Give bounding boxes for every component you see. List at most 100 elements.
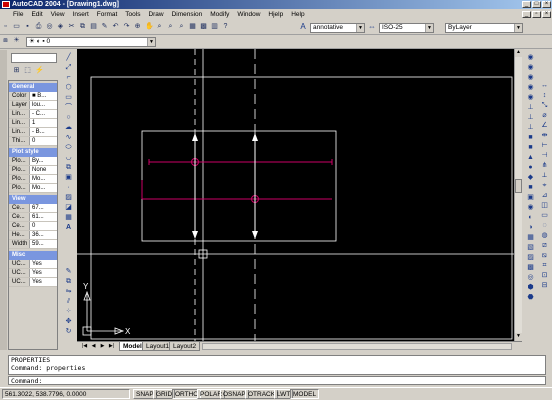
menu-insert[interactable]: Insert xyxy=(70,9,92,21)
layer-state-icon[interactable]: ☀ xyxy=(12,36,21,45)
move-icon[interactable]: ✥ xyxy=(64,317,73,326)
revision-cloud-icon[interactable]: ☁ xyxy=(64,123,73,132)
property-row[interactable]: Plo... Mo... xyxy=(9,184,57,193)
property-row[interactable]: Ce... 0 xyxy=(9,222,57,231)
property-value[interactable]: - C... xyxy=(29,110,57,118)
solids-icon[interactable]: ■ xyxy=(526,183,535,192)
make-block-icon[interactable]: ▣ xyxy=(64,173,73,182)
property-row[interactable]: Layer lou... xyxy=(9,101,57,110)
solids-icon[interactable]: ◆ xyxy=(526,173,535,182)
solids-icon[interactable]: ◐ xyxy=(526,213,535,222)
minimize-button[interactable]: _ xyxy=(522,1,531,8)
next-tab-icon[interactable]: ▶ xyxy=(99,343,106,350)
solids-icon[interactable]: ⬣ xyxy=(526,293,535,302)
tab-layout2[interactable]: Layout2 xyxy=(169,342,201,351)
circle-icon[interactable]: ○ xyxy=(64,113,73,122)
property-row[interactable]: Ce... 61... xyxy=(9,213,57,222)
point-icon[interactable]: · xyxy=(64,183,73,192)
save-icon[interactable]: ▪ xyxy=(23,22,32,31)
select-objects-icon[interactable]: ⬚ xyxy=(23,66,32,75)
dim-icon[interactable]: ⧄ xyxy=(540,241,549,250)
solids-icon[interactable]: ◑ xyxy=(526,223,535,232)
rotate-icon[interactable]: ↻ xyxy=(64,327,73,336)
property-value[interactable]: Yes xyxy=(29,260,57,268)
layer-manager-icon[interactable]: ⧈ xyxy=(1,36,10,45)
erase-icon[interactable]: ✎ xyxy=(64,267,73,276)
dim-icon[interactable]: ◌ xyxy=(540,221,549,230)
construction-line-icon[interactable]: ⤢ xyxy=(64,63,73,72)
solids-icon[interactable]: ▣ xyxy=(526,193,535,202)
dim-icon[interactable]: ⊟ xyxy=(540,281,549,290)
redo-icon[interactable]: ↷ xyxy=(122,22,131,31)
property-value[interactable]: Mo... xyxy=(29,184,57,192)
property-row[interactable]: He... 36... xyxy=(9,231,57,240)
menu-hjelp[interactable]: Hjelp xyxy=(265,9,286,21)
solids-icon[interactable]: ▧ xyxy=(526,243,535,252)
property-value[interactable]: lou... xyxy=(29,101,57,109)
region-icon[interactable]: ◪ xyxy=(64,203,73,212)
property-value[interactable]: 61... xyxy=(29,213,57,221)
vertical-scrollbar[interactable]: ▲ ▼ xyxy=(514,49,522,341)
dim-icon[interactable]: ⊢ xyxy=(540,141,549,150)
property-row[interactable]: UC... Yes xyxy=(9,269,57,278)
dim-icon[interactable]: ▭ xyxy=(540,211,549,220)
solids-icon[interactable]: ▲ xyxy=(526,153,535,162)
view-icon[interactable]: ◉ xyxy=(526,93,535,102)
scroll-thumb[interactable] xyxy=(515,179,522,193)
properties-section-header[interactable]: Misc xyxy=(9,251,57,260)
dim-icon[interactable]: ⊡ xyxy=(540,271,549,280)
property-row[interactable]: Ce... 67... xyxy=(9,204,57,213)
property-row[interactable]: Plo... None xyxy=(9,166,57,175)
arc-icon[interactable]: ⌒ xyxy=(64,103,73,112)
dim-icon[interactable]: ⧅ xyxy=(540,251,549,260)
dim-icon[interactable]: ↔ xyxy=(540,81,549,90)
view-icon[interactable]: ◉ xyxy=(526,53,535,62)
tool-palettes-icon[interactable]: ▥ xyxy=(210,22,219,31)
dim-icon[interactable]: ⤡ xyxy=(540,101,549,110)
property-value[interactable]: Yes xyxy=(29,269,57,277)
property-row[interactable]: UC... Yes xyxy=(9,260,57,269)
model-toggle[interactable]: MODEL xyxy=(290,389,320,399)
palette-titlebar[interactable] xyxy=(0,50,7,350)
menu-help[interactable]: Help xyxy=(288,9,307,21)
text-style-select[interactable]: annotative ▼ xyxy=(310,23,365,33)
match-properties-icon[interactable]: ✎ xyxy=(100,22,109,31)
first-tab-icon[interactable]: |◀ xyxy=(81,343,88,350)
spline-icon[interactable]: ∿ xyxy=(64,133,73,142)
property-row[interactable]: Lin... 1 xyxy=(9,119,57,128)
menu-edit[interactable]: Edit xyxy=(28,9,45,21)
dim-icon[interactable]: ↕ xyxy=(540,91,549,100)
publish-icon[interactable]: ◈ xyxy=(56,22,65,31)
solids-icon[interactable]: ◎ xyxy=(526,273,535,282)
zoom-realtime-icon[interactable]: ⌕ xyxy=(155,22,164,31)
dim-icon[interactable]: ◍ xyxy=(540,231,549,240)
properties-icon[interactable]: ▦ xyxy=(188,22,197,31)
polyline-icon[interactable]: ⌐ xyxy=(64,73,73,82)
solids-icon[interactable]: ▨ xyxy=(526,253,535,262)
copy-object-icon[interactable]: ⧉ xyxy=(64,277,73,286)
menu-file[interactable]: File xyxy=(10,9,26,21)
property-value[interactable]: By... xyxy=(29,157,57,165)
zoom-previous-icon[interactable]: ⌕ xyxy=(177,22,186,31)
ellipse-icon[interactable]: ⬭ xyxy=(64,143,73,152)
property-value[interactable]: 36... xyxy=(29,231,57,239)
property-row[interactable]: Lin... - C... xyxy=(9,110,57,119)
dim-icon[interactable]: ⟂ xyxy=(540,171,549,180)
layer-select[interactable]: ☀ ◐ ▪ 0 ▼ xyxy=(26,37,156,47)
paste-icon[interactable]: ▤ xyxy=(89,22,98,31)
design-center-icon[interactable]: ▩ xyxy=(199,22,208,31)
property-row[interactable]: Thi... 0 xyxy=(9,137,57,146)
dim-icon[interactable]: ⌖ xyxy=(540,181,549,190)
prev-tab-icon[interactable]: ◀ xyxy=(90,343,97,350)
copy-icon[interactable]: ⧉ xyxy=(78,22,87,31)
property-value[interactable]: ■ B... xyxy=(29,92,57,100)
property-value[interactable]: 0 xyxy=(29,137,57,145)
dim-icon[interactable]: ⌀ xyxy=(540,111,549,120)
horizontal-scrollbar[interactable] xyxy=(202,343,512,350)
quick-select-icon[interactable]: ⚡ xyxy=(34,66,44,75)
help-icon[interactable]: ? xyxy=(221,22,230,31)
preview-icon[interactable]: ◎ xyxy=(45,22,54,31)
property-row[interactable]: Plo... Mo... xyxy=(9,175,57,184)
property-value[interactable]: None xyxy=(29,166,57,174)
menu-window[interactable]: Window xyxy=(234,9,263,21)
